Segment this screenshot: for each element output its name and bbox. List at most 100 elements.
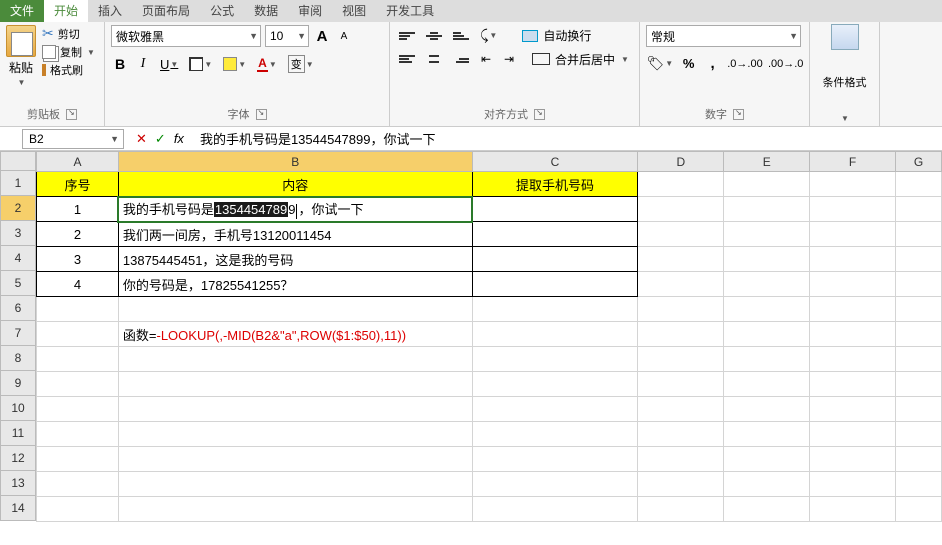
italic-button[interactable]: I (134, 54, 152, 74)
cell[interactable]: 函数=-LOOKUP(,-MID(B2&"a",ROW($1:$50),11)) (118, 322, 472, 347)
cell[interactable] (724, 322, 810, 347)
row-header[interactable]: 2 (0, 196, 36, 221)
cell[interactable]: 4 (37, 272, 119, 297)
cell[interactable] (472, 222, 638, 247)
cell[interactable] (724, 472, 810, 497)
row-header[interactable]: 11 (0, 421, 36, 446)
cell[interactable] (810, 497, 896, 522)
underline-button[interactable]: U▼ (157, 55, 181, 74)
formula-input[interactable]: 我的手机号码是13544547899，你试一下 (192, 129, 942, 148)
cell[interactable] (638, 447, 724, 472)
cell[interactable] (896, 422, 942, 447)
cell[interactable] (37, 297, 119, 322)
cell[interactable] (37, 347, 119, 372)
cell[interactable] (118, 422, 472, 447)
cell[interactable] (472, 472, 638, 497)
row-header[interactable]: 3 (0, 221, 36, 246)
row-header[interactable]: 4 (0, 246, 36, 271)
border-button[interactable]: ▼ (186, 55, 215, 73)
col-header[interactable]: B (118, 152, 472, 172)
cell[interactable] (638, 347, 724, 372)
cell[interactable] (896, 497, 942, 522)
cell[interactable] (638, 397, 724, 422)
accounting-format-button[interactable]: 🏷▼ (646, 53, 674, 74)
cell[interactable] (472, 497, 638, 522)
tab-file[interactable]: 文件 (0, 0, 44, 22)
cell[interactable] (724, 297, 810, 322)
cell[interactable] (118, 447, 472, 472)
dialog-launcher-icon[interactable] (256, 109, 267, 120)
col-header[interactable]: C (472, 152, 638, 172)
cell[interactable] (724, 422, 810, 447)
cell[interactable] (810, 422, 896, 447)
fill-color-button[interactable]: ▼ (220, 55, 249, 73)
cell[interactable]: 提取手机号码 (472, 172, 638, 197)
align-bottom-button[interactable] (450, 27, 472, 45)
cell[interactable] (896, 172, 942, 197)
cell[interactable] (724, 497, 810, 522)
align-middle-button[interactable] (423, 27, 445, 45)
cell[interactable] (810, 472, 896, 497)
cell[interactable]: 内容 (118, 172, 472, 197)
cell[interactable]: 2 (37, 222, 119, 247)
cell[interactable] (638, 322, 724, 347)
row-header[interactable]: 10 (0, 396, 36, 421)
tab-dev[interactable]: 开发工具 (376, 0, 444, 22)
cell[interactable] (724, 347, 810, 372)
bold-button[interactable]: B (111, 54, 129, 74)
align-left-button[interactable] (396, 50, 418, 68)
cell[interactable] (472, 372, 638, 397)
cell[interactable] (472, 422, 638, 447)
cell[interactable] (896, 347, 942, 372)
cell[interactable] (810, 197, 896, 222)
cell[interactable] (810, 272, 896, 297)
select-all-corner[interactable] (0, 151, 36, 171)
row-header[interactable]: 14 (0, 496, 36, 521)
cell[interactable] (810, 172, 896, 197)
cell[interactable] (724, 397, 810, 422)
row-header[interactable]: 12 (0, 446, 36, 471)
cell[interactable] (472, 247, 638, 272)
font-color-button[interactable]: A▼ (254, 54, 280, 74)
dialog-launcher-icon[interactable] (66, 109, 77, 120)
phonetic-button[interactable]: 变▼ (285, 53, 317, 75)
cell[interactable] (472, 322, 638, 347)
wrap-text-button[interactable]: 自动换行 (543, 27, 591, 44)
cell[interactable] (896, 472, 942, 497)
cell[interactable] (896, 397, 942, 422)
cell[interactable] (896, 222, 942, 247)
cell[interactable] (724, 197, 810, 222)
row-header[interactable]: 8 (0, 346, 36, 371)
tab-view[interactable]: 视图 (332, 0, 376, 22)
row-header[interactable]: 6 (0, 296, 36, 321)
cell[interactable] (472, 197, 638, 222)
cell[interactable]: 我们两一间房，手机号13120011454 (118, 222, 472, 247)
confirm-edit-button[interactable]: ✓ (155, 131, 166, 147)
percent-button[interactable]: % (680, 54, 698, 73)
cell[interactable] (118, 472, 472, 497)
col-header[interactable]: D (638, 152, 724, 172)
cell[interactable] (724, 172, 810, 197)
cell[interactable] (810, 322, 896, 347)
cell[interactable] (472, 272, 638, 297)
cell[interactable] (724, 372, 810, 397)
cell[interactable]: 你的号码是，17825541255？ (118, 272, 472, 297)
cell[interactable] (896, 197, 942, 222)
cell[interactable] (638, 172, 724, 197)
cell[interactable] (638, 372, 724, 397)
cell[interactable] (896, 447, 942, 472)
increase-font-button[interactable]: A (313, 26, 331, 47)
tab-review[interactable]: 审阅 (288, 0, 332, 22)
merge-center-button[interactable]: 合并后居中 (555, 51, 615, 68)
cell[interactable] (810, 297, 896, 322)
cell[interactable] (810, 347, 896, 372)
name-box[interactable]: B2▼ (22, 129, 124, 149)
cell[interactable] (118, 372, 472, 397)
align-center-button[interactable] (423, 50, 445, 68)
col-header[interactable]: G (896, 152, 942, 172)
orientation-button[interactable]: ⤹▼ (477, 25, 500, 46)
cell[interactable] (896, 372, 942, 397)
cell[interactable] (37, 497, 119, 522)
cell[interactable] (118, 297, 472, 322)
cell[interactable] (37, 472, 119, 497)
